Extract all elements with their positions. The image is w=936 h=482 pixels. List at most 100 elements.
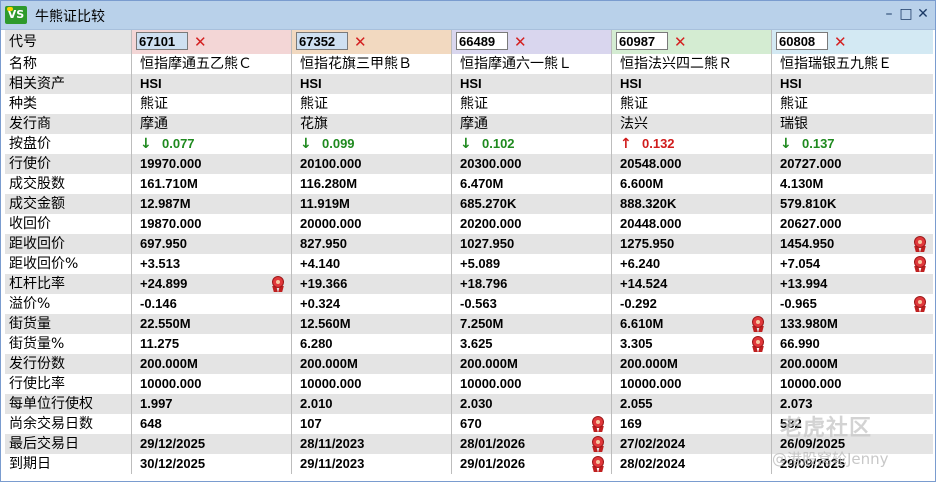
table-cell: ↓ 0.102: [452, 134, 612, 154]
comparison-table: 代号 67101 ✕ 67352 ✕ 66489 ✕ 60987 ✕ 60808 ✕ 名称 恒指摩通…: [5, 30, 933, 474]
table-cell: 22.550M: [132, 314, 292, 334]
remove-icon[interactable]: ✕: [674, 30, 687, 54]
cell-value: 22.550M: [140, 316, 191, 331]
table-cell: 1.997: [132, 394, 292, 414]
window-title: 牛熊证比较: [35, 9, 105, 25]
row-label: 行使价: [5, 154, 132, 174]
minimize-icon[interactable]: –: [881, 5, 897, 23]
cell-value: 20627.000: [780, 216, 842, 231]
table-cell: 200.000M: [772, 354, 933, 374]
cell-value: 7.250M: [460, 316, 504, 331]
table-cell: 20448.000: [612, 214, 772, 234]
table-cell: HSI: [780, 76, 802, 91]
table-cell: HSI: [452, 74, 612, 94]
table-row: 溢价% -0.146 +0.324 -0.563 -0.292 -0.965: [5, 294, 933, 314]
table-cell: 200.000M: [132, 354, 292, 374]
down-arrow-icon: ↓: [780, 136, 792, 152]
down-arrow-icon: ↓: [300, 136, 312, 152]
table-cell: 6.610M: [612, 314, 772, 334]
maximize-icon[interactable]: □: [898, 5, 914, 23]
award-medal-icon: [751, 316, 765, 332]
cell-value: 200.000M: [460, 356, 518, 371]
cell-value: 648: [140, 416, 162, 431]
table-cell: 6.600M: [612, 174, 772, 194]
table-cell: ↓ 0.099: [292, 134, 452, 154]
table-cell: +18.796: [452, 274, 612, 294]
table-cell: 2.010: [292, 394, 452, 414]
table-cell: 12.987M: [132, 194, 292, 214]
remove-icon[interactable]: ✕: [834, 30, 847, 54]
table-row: 距收回价 697.950 827.950 1027.950 1275.950 1454.9…: [5, 234, 933, 254]
code-input[interactable]: 60808: [776, 32, 828, 50]
cell-value: -0.292: [620, 296, 657, 311]
cell-value: 3.625: [460, 336, 493, 351]
table-cell: 1454.950: [772, 234, 933, 254]
cell-value: 1454.950: [780, 236, 835, 251]
table-cell: 11.919M: [292, 194, 452, 214]
cell-value: 3.305: [620, 336, 653, 351]
table-cell: 579.810K: [772, 194, 933, 214]
table-cell: 19970.000: [132, 154, 292, 174]
cell-value: +7.054: [780, 256, 821, 271]
row-label: 名称: [5, 54, 132, 74]
row-label: 街货量: [5, 314, 132, 334]
table-cell: HSI: [612, 74, 772, 94]
row-label: 代号: [5, 30, 132, 54]
table-cell: 摩通: [132, 114, 292, 134]
row-label: 行使比率: [5, 374, 132, 394]
price-value: 0.137: [802, 136, 835, 151]
cell-value: 1.997: [140, 396, 173, 411]
table-cell: 28/01/2026: [452, 434, 612, 454]
price-value: 0.099: [322, 136, 355, 151]
table-cell: 2.055: [612, 394, 772, 414]
table-cell: 恒指花旗三甲熊Ｂ: [292, 54, 452, 74]
table-cell: 116.280M: [292, 174, 452, 194]
table-cell: 169: [612, 414, 772, 434]
cell-value: +5.089: [460, 256, 501, 271]
cell-value: 6.280: [300, 336, 333, 351]
row-label: 距收回价%: [5, 254, 132, 274]
award-medal-icon: [913, 296, 927, 312]
row-label: 尚余交易日数: [5, 414, 132, 434]
award-medal-icon: [913, 236, 927, 252]
cell-value: +24.899: [140, 276, 188, 291]
code-input[interactable]: 60987: [616, 32, 668, 50]
table-cell: 29/01/2026: [452, 454, 612, 474]
table-cell: 888.320K: [612, 194, 772, 214]
remove-icon[interactable]: ✕: [194, 30, 207, 54]
cell-value: 200.000M: [300, 356, 358, 371]
remove-icon[interactable]: ✕: [514, 30, 527, 54]
cell-value: 10000.000: [140, 376, 202, 391]
code-header-row: 代号 67101 ✕ 67352 ✕ 66489 ✕ 60987 ✕ 60808 ✕: [5, 30, 933, 54]
close-icon[interactable]: ✕: [915, 5, 931, 23]
award-medal-icon: [591, 436, 605, 452]
cell-value: 6.600M: [620, 176, 664, 191]
code-cell-1: 67352 ✕: [292, 30, 452, 54]
table-cell: 161.710M: [132, 174, 292, 194]
code-input[interactable]: 66489: [456, 32, 508, 50]
cell-value: +14.524: [620, 276, 668, 291]
code-input[interactable]: 67352: [296, 32, 348, 50]
table-row: 发行份数 200.000M 200.000M 200.000M 200.000M 200.…: [5, 354, 933, 374]
table-cell: 133.980M: [772, 314, 933, 334]
down-arrow-icon: ↓: [140, 136, 152, 152]
table-cell: 2.030: [452, 394, 612, 414]
table-cell: 20727.000: [772, 154, 933, 174]
cell-value: 2.030: [460, 396, 493, 411]
remove-icon[interactable]: ✕: [354, 30, 367, 54]
table-cell: 熊证: [292, 94, 452, 114]
cell-value: +4.140: [300, 256, 341, 271]
table-row: 杠杆比率 +24.899 +19.366 +18.796 +14.524 +13.994: [5, 274, 933, 294]
cell-value: 28/02/2024: [620, 456, 686, 471]
cell-value: 12.987M: [140, 196, 191, 211]
row-label: 最后交易日: [5, 434, 132, 454]
table-row: 街货量% 11.275 6.280 3.625 3.305 66.990: [5, 334, 933, 354]
cell-value: 2.073: [780, 396, 813, 411]
cell-value: 12.560M: [300, 316, 351, 331]
code-input[interactable]: 67101: [136, 32, 188, 50]
table-row: 街货量 22.550M 12.560M 7.250M 6.610M 133.980M: [5, 314, 933, 334]
table-cell: 恒指瑞银五九熊Ｅ: [780, 56, 892, 72]
row-label: 相关资产: [5, 74, 132, 94]
cell-value: +3.513: [140, 256, 181, 271]
table-cell: 19870.000: [132, 214, 292, 234]
